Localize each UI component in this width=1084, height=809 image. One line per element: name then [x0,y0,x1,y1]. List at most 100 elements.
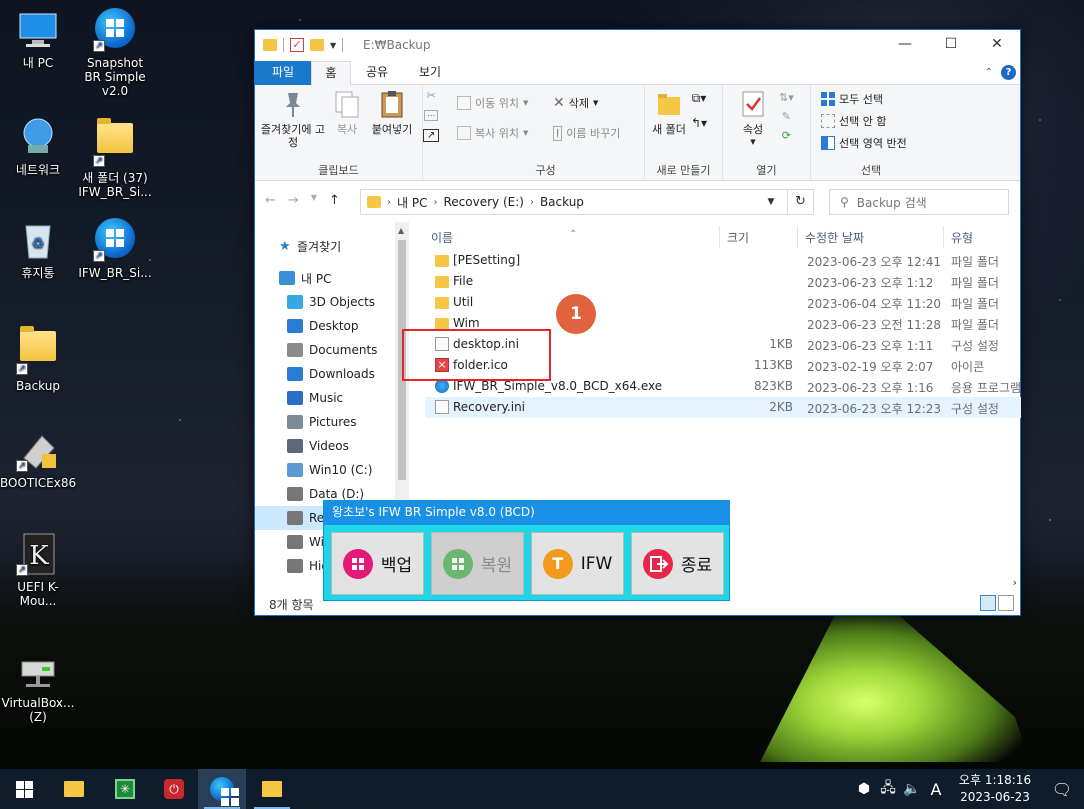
close-button[interactable]: ✕ [974,30,1020,61]
up-arrow-icon[interactable]: ↑ [329,193,340,208]
tab-view[interactable]: 보기 [405,61,455,85]
tab-home[interactable]: 홈 [311,61,351,86]
file-row[interactable]: File 2023-06-23 오후 1:12 파일 폴더 [425,271,1021,292]
refresh-button[interactable]: ↻ [788,189,814,215]
file-row[interactable]: Util 2023-06-04 오후 11:20 파일 폴더 [425,292,1021,313]
desktop-icon-snapshot-br[interactable]: ↗ Snapshot BR Simple v2.0 [77,8,153,98]
copy-button[interactable]: 복사 [329,89,365,136]
paste-shortcut-icon[interactable]: ↗ [423,129,440,142]
forward-arrow-icon[interactable]: → [288,193,299,208]
column-date[interactable]: 수정한 날짜 [805,229,864,246]
taskbar-explorer-window[interactable] [248,769,296,809]
select-all-button[interactable]: 모두 선택 [821,91,883,107]
nav-item[interactable]: Win10 (C:) [255,458,410,482]
delete-button[interactable]: ✕ 삭제 ▼ [553,95,598,111]
properties-quick-icon[interactable]: ✓ [290,38,304,52]
nav-item[interactable]: Documents [255,338,410,362]
taskbar-app-red[interactable]: ⏻ [150,769,198,809]
ifw-br-simple-window[interactable]: 왕초보's IFW BR Simple v8.0 (BCD) 백업 복원 T I… [323,500,730,601]
open-icon[interactable]: ⇅▾ [779,91,794,104]
large-icons-view-icon[interactable] [998,595,1014,611]
copy-path-icon[interactable]: ⋯ [424,110,439,121]
breadcrumb-my-pc[interactable]: 내 PC [397,194,427,211]
chevron-down-icon[interactable]: ▼ [330,41,336,50]
network-icon[interactable]: 🖧 [878,777,898,801]
desktop-icon-network[interactable]: 네트워크 [0,115,76,177]
scroll-up-icon[interactable]: ▲ [398,226,404,235]
nav-item[interactable]: ★ 즐겨찾기 [255,234,410,258]
desktop-icon-bootice[interactable]: ↗ BOOTICEx86 [0,428,76,490]
nav-item-label: 즐겨찾기 [297,239,342,254]
desktop-icon-ifw-br[interactable]: ↗ IFW_BR_Si... [77,218,153,280]
tab-file[interactable]: 파일 [255,61,311,85]
taskbar-explorer-pinned[interactable] [50,769,98,809]
maximize-button[interactable]: ☐ [928,30,974,61]
column-type[interactable]: 유형 [951,229,973,246]
new-folder-quick-icon[interactable] [310,39,324,51]
desktop-icon-virtualbox[interactable]: VirtualBox... (Z) [0,648,76,724]
properties-button[interactable]: 속성 ▼ [731,89,775,149]
ime-indicator[interactable]: A [926,780,946,799]
notification-icon[interactable]: 🗨 [1040,780,1084,799]
taskbar-ifw-br-simple[interactable] [198,769,246,809]
nav-item[interactable]: Pictures [255,410,410,434]
column-name[interactable]: 이름 [431,229,453,246]
backup-button[interactable]: 백업 [331,532,424,595]
chevron-right-icon[interactable]: › [387,197,391,208]
desktop-icon-backup[interactable]: ↗ Backup [0,323,76,393]
cut-icon[interactable]: ✂ [427,89,436,102]
address-bar[interactable]: › 내 PC › Recovery (E:) › Backup [360,189,788,215]
paste-button[interactable]: 붙여넣기 [367,89,417,136]
breadcrumb-recovery[interactable]: Recovery (E:) [443,195,523,209]
ribbon-expand-icon[interactable]: ⌃ [985,67,993,78]
back-arrow-icon[interactable]: ← [265,193,276,208]
scroll-right-icon[interactable]: › [1013,576,1017,589]
copy-to-button[interactable]: 복사 위치 ▼ [457,125,528,141]
nav-item[interactable]: Videos [255,434,410,458]
address-history-dropdown[interactable]: ▼ [760,189,782,215]
select-none-icon [821,114,835,128]
nav-item-label: Desktop [309,319,359,333]
nav-item[interactable]: Desktop [255,314,410,338]
nav-item[interactable]: Downloads [255,362,410,386]
tab-share[interactable]: 공유 [355,61,399,85]
recent-chevron-icon[interactable]: ▼ [311,193,317,208]
clock[interactable]: 오후 1:18:16 2023-06-23 [950,772,1040,806]
invert-selection-button[interactable]: 선택 영역 반전 [821,135,907,151]
nav-item[interactable]: Music [255,386,410,410]
ifw-button[interactable]: T IFW [531,532,624,595]
search-box[interactable]: ⚲ Backup 검색 [829,189,1009,215]
pin-to-quick-access-button[interactable]: 즐겨찾기에 고정 [259,89,327,149]
new-folder-button[interactable]: 새 폴더 [649,89,689,136]
chevron-right-icon[interactable]: › [530,197,534,208]
file-row[interactable]: [PESetting] 2023-06-23 오후 12:41 파일 폴더 [425,250,1021,271]
nav-item[interactable]: 3D Objects [255,290,410,314]
volume-icon[interactable]: 🔈 [902,781,922,797]
quick-access-toolbar: ✓ ▼ [263,38,344,52]
edit-icon[interactable]: ✎ [782,110,791,123]
desktop-icon-uefi-kmouse[interactable]: K ↗ UEFI K-Mou... [0,532,76,608]
chevron-right-icon[interactable]: › [433,197,437,208]
column-size[interactable]: 크기 [727,229,749,246]
move-to-button[interactable]: 이동 위치 ▼ [457,95,528,111]
breadcrumb-backup[interactable]: Backup [540,195,584,209]
details-view-icon[interactable] [980,595,996,611]
package-icon[interactable]: ⬢ [854,781,874,797]
nav-item[interactable]: 내 PC [255,266,410,290]
restore-button[interactable]: 복원 [431,532,524,595]
select-none-button[interactable]: 선택 안 함 [821,113,886,129]
desktop-icon-recycle-bin[interactable]: ♻ 휴지통 [0,218,76,280]
taskbar-app-green[interactable]: ✳ [101,769,149,809]
new-item-icon[interactable]: ⧉▾ [692,91,707,106]
history-icon[interactable]: ⟳ [782,129,791,142]
easy-access-icon[interactable]: ↰▾ [691,116,707,130]
file-row[interactable]: Recovery.ini 2KB 2023-06-23 오후 12:23 구성 설정 [425,397,1021,418]
desktop-icon-my-pc[interactable]: 내 PC [0,8,76,70]
rename-button[interactable]: I 이름 바꾸기 [553,125,620,141]
minimize-button[interactable]: — [882,30,928,61]
help-icon[interactable]: ? [1001,65,1016,80]
start-button[interactable] [0,769,48,809]
desktop-icon-new-folder[interactable]: ↗ 새 폴더 (37) IFW_BR_Si... [77,115,153,199]
exit-button[interactable]: 종료 [631,532,724,595]
title-bar[interactable]: ✓ ▼ E:₩Backup — ☐ ✕ [255,30,1020,61]
